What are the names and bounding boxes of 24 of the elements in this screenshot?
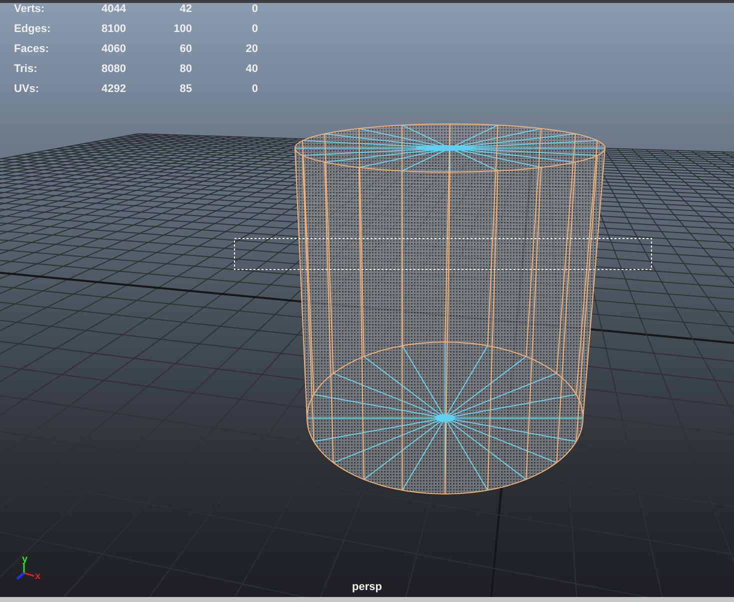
stat-value: 80 xyxy=(178,63,192,76)
camera-label: persp xyxy=(352,581,382,593)
stat-value: 4292 xyxy=(100,83,126,96)
stat-value: 40 xyxy=(244,63,258,76)
stat-label: Tris: xyxy=(14,63,38,76)
stat-value: 42 xyxy=(178,3,192,16)
stat-value: 0 xyxy=(250,23,258,36)
stat-value: 20 xyxy=(244,43,258,56)
axis-label: y xyxy=(22,554,28,565)
stat-value: 100 xyxy=(172,23,192,36)
stat-value: 8100 xyxy=(100,23,126,36)
stat-label: UVs: xyxy=(14,83,40,96)
stat-label: Verts: xyxy=(14,3,46,16)
stat-value: 4060 xyxy=(100,43,126,56)
stat-value: 0 xyxy=(250,3,258,16)
stat-value: 8080 xyxy=(100,63,126,76)
stat-value: 4044 xyxy=(100,3,126,16)
stat-value: 60 xyxy=(178,43,192,56)
axis-gizmo-icon xyxy=(16,564,34,580)
stat-value: 85 xyxy=(178,83,192,96)
stat-label: Faces: xyxy=(14,43,50,56)
stat-value: 0 xyxy=(250,83,258,96)
axis-label: x xyxy=(35,571,41,582)
stat-label: Edges: xyxy=(14,23,52,36)
